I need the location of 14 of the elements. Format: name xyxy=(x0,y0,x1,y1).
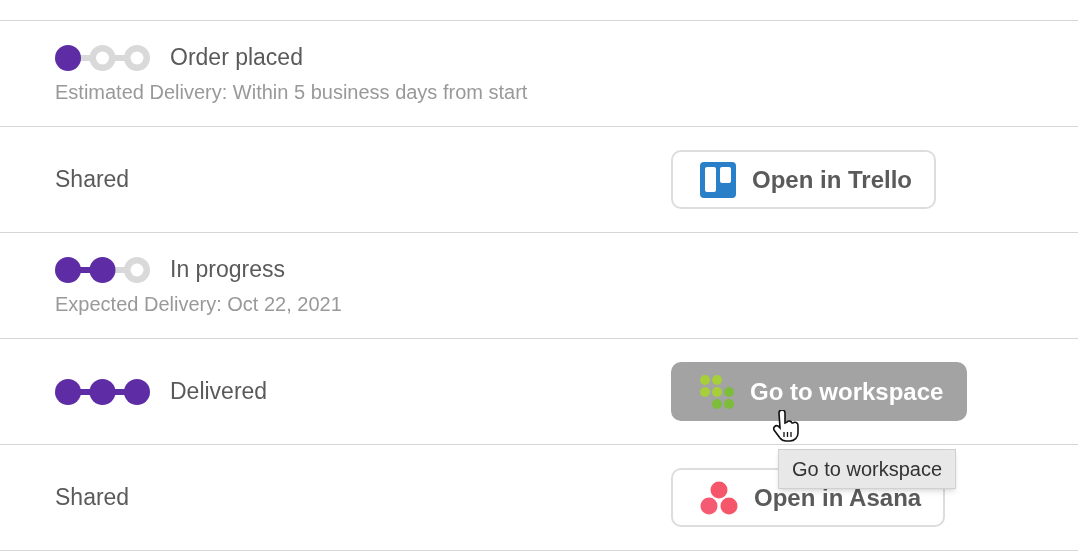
hand-cursor-icon xyxy=(771,410,801,444)
status-title: In progress xyxy=(170,255,286,285)
board-logo-icon xyxy=(700,161,736,198)
step-connector xyxy=(80,54,91,61)
shared-label: Shared xyxy=(55,483,131,513)
shared-label: Shared xyxy=(55,165,131,195)
delivery-note: Estimated Delivery: Within 5 business days from start xyxy=(55,79,529,105)
delivery-note: Expected Delivery: Oct 22, 2021 xyxy=(55,291,343,317)
tooltip: Go to workspace xyxy=(778,449,957,489)
status-title: Delivered xyxy=(170,377,268,407)
status-title: Order placed xyxy=(170,43,303,73)
open-app-button[interactable]: Open in Trello xyxy=(671,150,937,209)
three-dots-logo-icon xyxy=(700,480,738,515)
dot-grid-logo-icon xyxy=(700,374,734,409)
